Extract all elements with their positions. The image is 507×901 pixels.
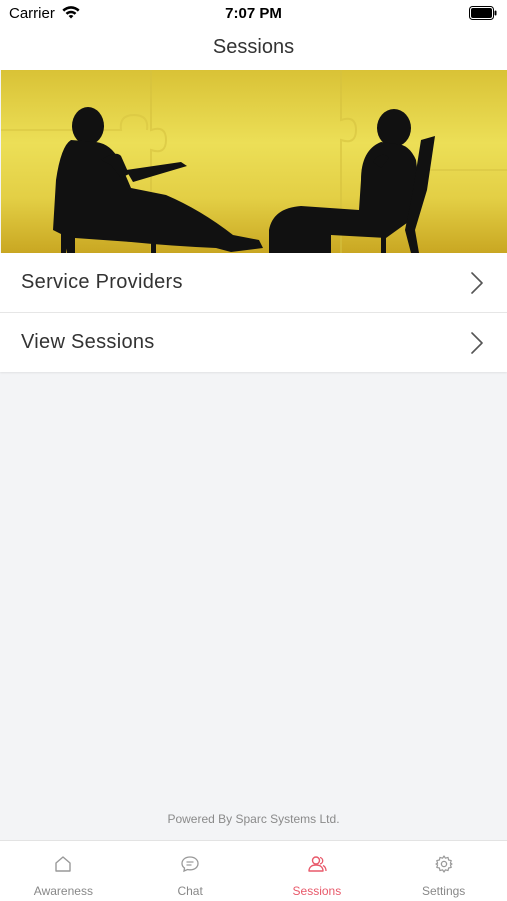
status-bar: Carrier 7:07 PM xyxy=(0,0,507,26)
powered-by-footer: Powered By Sparc Systems Ltd. xyxy=(167,812,340,826)
page-title: Sessions xyxy=(212,36,295,58)
tab-settings-label: Settings xyxy=(421,884,466,898)
service-providers-row[interactable]: Service Providers xyxy=(0,253,507,313)
view-sessions-row[interactable]: View Sessions xyxy=(0,313,507,372)
counseling-silhouette-illustration xyxy=(1,70,507,253)
gear-icon xyxy=(435,855,453,873)
tab-sessions[interactable]: Sessions xyxy=(254,841,381,901)
sessions-menu-list: Service Providers View Sessions xyxy=(0,253,507,372)
tab-awareness[interactable]: Awareness xyxy=(0,841,127,901)
navigation-bar: Sessions xyxy=(0,26,507,70)
status-time: 7:07 PM xyxy=(225,5,282,22)
chevron-right-icon xyxy=(471,332,483,354)
sessions-banner-image xyxy=(1,70,507,253)
tab-bar: Awareness Chat Sessions Settings xyxy=(0,840,507,901)
battery-icon xyxy=(469,6,497,20)
chat-icon xyxy=(181,856,199,873)
tab-settings[interactable]: Settings xyxy=(380,841,507,901)
tab-sessions-label: Sessions xyxy=(292,884,342,898)
service-providers-label: Service Providers xyxy=(21,271,183,293)
tab-chat[interactable]: Chat xyxy=(127,841,254,901)
tab-awareness-label: Awareness xyxy=(33,884,93,898)
chevron-right-icon xyxy=(471,272,483,294)
view-sessions-label: View Sessions xyxy=(21,331,155,353)
users-icon xyxy=(308,856,327,872)
home-icon xyxy=(55,856,72,872)
tab-chat-label: Chat xyxy=(177,884,203,898)
